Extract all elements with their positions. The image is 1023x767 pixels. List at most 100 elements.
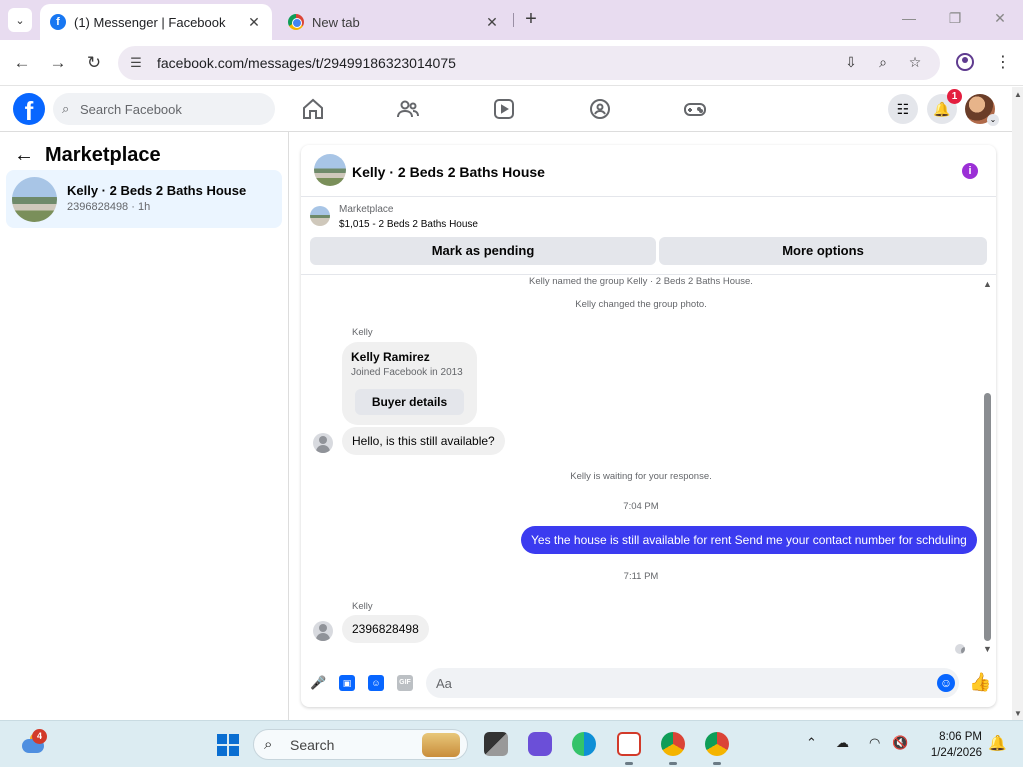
edge-browser-icon[interactable] bbox=[572, 732, 596, 756]
listing-label: Marketplace bbox=[339, 204, 394, 215]
info-icon[interactable]: i bbox=[962, 163, 978, 179]
close-tab-icon[interactable]: ✕ bbox=[484, 14, 500, 31]
message-timestamp: 7:04 PM bbox=[623, 501, 659, 512]
weather-widget-icon[interactable]: 4 bbox=[20, 729, 47, 757]
forward-arrow-icon[interactable]: → bbox=[47, 52, 69, 74]
message-input[interactable]: Aa ☺ bbox=[426, 668, 959, 698]
video-icon[interactable] bbox=[492, 97, 516, 121]
facebook-search-input[interactable]: ⌕ Search Facebook bbox=[53, 93, 275, 125]
sender-name: Kelly bbox=[352, 601, 373, 612]
back-arrow-icon[interactable]: ← bbox=[14, 144, 34, 167]
group-thumbnail[interactable] bbox=[314, 154, 346, 186]
seen-indicator-avatar bbox=[955, 644, 965, 654]
listing-thumbnail bbox=[12, 177, 57, 222]
tab-search-chevron-icon[interactable]: ⌄ bbox=[8, 8, 32, 32]
meet-app-icon[interactable] bbox=[528, 732, 552, 756]
sender-avatar[interactable] bbox=[313, 621, 333, 641]
scroll-down-arrow-icon[interactable]: ▼ bbox=[1014, 709, 1022, 718]
volume-muted-icon[interactable]: 🔇 bbox=[892, 735, 908, 751]
search-placeholder: Search Facebook bbox=[80, 102, 182, 117]
notification-center-icon[interactable]: 🔔 bbox=[988, 734, 1007, 752]
browser-tab-new[interactable]: New tab ✕ bbox=[278, 4, 510, 40]
chrome-favicon-icon bbox=[288, 14, 304, 30]
close-window-icon[interactable]: ✕ bbox=[990, 10, 1010, 27]
groups-icon[interactable] bbox=[588, 97, 612, 121]
microphone-icon[interactable]: 🎤 bbox=[310, 675, 326, 691]
gaming-icon[interactable] bbox=[683, 97, 707, 121]
search-icon: ⌕ bbox=[62, 101, 70, 116]
outgoing-message[interactable]: Yes the house is still available for ren… bbox=[521, 526, 977, 554]
listing-banner: Marketplace $1,015 - 2 Beds 2 Baths Hous… bbox=[301, 197, 996, 275]
browser-menu-icon[interactable]: ⋮ bbox=[995, 52, 1011, 72]
chevron-down-icon: ⌄ bbox=[987, 114, 999, 126]
buyer-card: Kelly Ramirez Joined Facebook in 2013 Bu… bbox=[342, 342, 477, 425]
emoji-icon[interactable]: ☺ bbox=[937, 674, 955, 692]
close-tab-icon[interactable]: ✕ bbox=[246, 14, 262, 31]
listing-thumbnail[interactable] bbox=[310, 206, 330, 226]
sticker-icon[interactable]: ☺ bbox=[368, 675, 384, 691]
facebook-logo-icon[interactable]: f bbox=[13, 93, 45, 125]
taskbar-search[interactable]: ⌕ Search bbox=[253, 729, 468, 760]
photo-icon[interactable]: ▣ bbox=[339, 675, 355, 691]
menu-grid-icon[interactable]: ☷ bbox=[888, 94, 918, 124]
friends-icon[interactable] bbox=[396, 97, 420, 121]
conversation-preview: 2396828498 · 1h bbox=[67, 201, 151, 213]
url-text[interactable]: facebook.com/messages/t/2949918632301407… bbox=[157, 55, 456, 71]
snipping-tool-icon[interactable] bbox=[617, 732, 641, 756]
buyer-name: Kelly Ramirez bbox=[351, 350, 430, 364]
message-list: Kelly named the group Kelly · 2 Beds 2 B… bbox=[301, 275, 996, 658]
install-app-icon[interactable]: ⇩ bbox=[842, 54, 860, 72]
tab-divider bbox=[513, 13, 514, 27]
minimize-window-icon[interactable]: — bbox=[899, 10, 919, 26]
incoming-message[interactable]: Hello, is this still available? bbox=[342, 427, 505, 455]
chrome-profile-a-icon[interactable] bbox=[661, 732, 685, 756]
restore-window-icon[interactable]: ❐ bbox=[945, 10, 965, 27]
windows-taskbar: 4 ⌕ Search ⌃ ☁ ◠ 🔇 8:06 PM 1/24/2026 🔔 bbox=[0, 720, 1023, 767]
browser-profile-icon[interactable] bbox=[956, 53, 974, 71]
chat-title[interactable]: Kelly · 2 Beds 2 Baths House bbox=[352, 164, 545, 180]
more-options-button[interactable]: More options bbox=[659, 237, 987, 265]
zoom-icon[interactable]: ⌕ bbox=[874, 54, 892, 72]
system-message: Kelly changed the group photo. bbox=[575, 299, 707, 310]
scroll-up-arrow-icon[interactable]: ▲ bbox=[983, 279, 992, 289]
chat-header: Kelly · 2 Beds 2 Baths House i bbox=[301, 145, 996, 197]
account-avatar[interactable]: ⌄ bbox=[965, 94, 999, 126]
conversation-item[interactable]: Kelly · 2 Beds 2 Baths House 2396828498 … bbox=[6, 170, 282, 228]
home-icon[interactable] bbox=[301, 97, 325, 121]
thumbs-up-icon[interactable]: 👍 bbox=[969, 672, 991, 693]
page-scrollbar[interactable]: ▲ ▼ bbox=[1012, 87, 1023, 720]
back-arrow-icon[interactable]: ← bbox=[11, 52, 33, 74]
site-info-icon[interactable]: ☰ bbox=[128, 55, 144, 71]
scroll-thumb[interactable] bbox=[984, 393, 991, 641]
listing-price[interactable]: $1,015 - 2 Beds 2 Baths House bbox=[339, 219, 478, 230]
clock-date: 1/24/2026 bbox=[930, 747, 982, 759]
buyer-details-button[interactable]: Buyer details bbox=[355, 389, 464, 415]
browser-tab-strip: ⌄ f (1) Messenger | Facebook ✕ New tab ✕… bbox=[0, 0, 1023, 40]
search-icon: ⌕ bbox=[264, 736, 273, 753]
scroll-up-arrow-icon[interactable]: ▲ bbox=[1014, 90, 1022, 99]
onedrive-offline-icon[interactable]: ☁ bbox=[836, 735, 849, 751]
weather-badge: 4 bbox=[32, 729, 47, 744]
chat-scrollbar[interactable]: ▲ ▼ bbox=[982, 279, 992, 654]
wifi-icon[interactable]: ◠ bbox=[869, 735, 880, 751]
start-windows-icon[interactable] bbox=[217, 734, 239, 756]
browser-tab-messenger[interactable]: f (1) Messenger | Facebook ✕ bbox=[40, 4, 272, 40]
taskbar-search-placeholder: Search bbox=[290, 737, 335, 753]
facebook-top-nav: f ⌕ Search Facebook ☷ 🔔 1 ⌄ bbox=[0, 87, 1012, 132]
conversation-name: Kelly · 2 Beds 2 Baths House bbox=[67, 183, 247, 198]
reload-icon[interactable]: ↻ bbox=[83, 52, 105, 74]
sender-avatar[interactable] bbox=[313, 433, 333, 453]
bookmark-star-icon[interactable]: ☆ bbox=[906, 54, 924, 72]
chat-window: Kelly · 2 Beds 2 Baths House i Marketpla… bbox=[301, 145, 996, 707]
chrome-profile-b-icon[interactable] bbox=[705, 732, 729, 756]
task-view-icon[interactable] bbox=[484, 732, 508, 756]
show-hidden-icons-chevron-icon[interactable]: ⌃ bbox=[806, 735, 817, 751]
incoming-message[interactable]: 2396828498 bbox=[342, 615, 429, 643]
running-indicator bbox=[669, 762, 677, 765]
system-clock[interactable]: 8:06 PM 1/24/2026 bbox=[920, 729, 982, 761]
gif-icon[interactable]: GIF bbox=[397, 675, 413, 691]
new-tab-plus-icon[interactable]: + bbox=[520, 9, 542, 31]
mark-as-pending-button[interactable]: Mark as pending bbox=[310, 237, 656, 265]
scroll-down-arrow-icon[interactable]: ▼ bbox=[983, 644, 992, 654]
address-bar[interactable]: ☰ facebook.com/messages/t/29499186323014… bbox=[118, 46, 940, 80]
